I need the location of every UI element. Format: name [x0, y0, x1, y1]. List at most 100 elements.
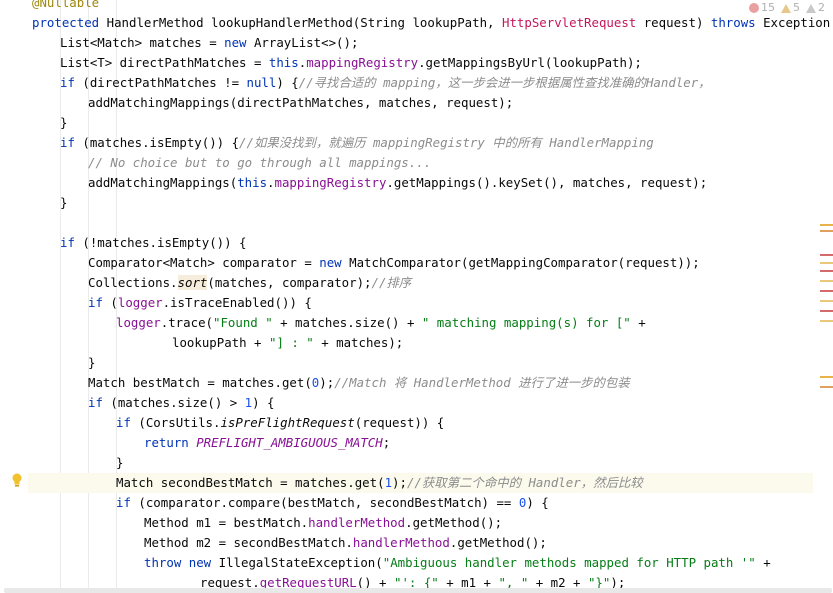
code-token: "] : " [268, 335, 314, 350]
code-token: throw new [144, 555, 219, 570]
inspection-widget[interactable]: 15 5 2 [745, 0, 825, 16]
code-token: if [60, 75, 83, 90]
code-token: + [630, 315, 646, 330]
error-marker[interactable] [820, 290, 833, 292]
warning-marker[interactable] [820, 262, 833, 264]
code-token: Collections. [88, 275, 178, 290]
code-line[interactable]: lookupPath + "] : " + matches); [32, 333, 403, 353]
code-token: .getMappings().keySet(), matches, reques… [386, 175, 708, 190]
code-line[interactable]: if (directPathMatches != null) {//寻找合适的 … [32, 73, 711, 93]
code-token: //获取第二个命中的 Handler，然后比较 [406, 475, 643, 490]
code-token: Match bestMatch = matches.get( [88, 375, 312, 390]
warning-marker[interactable] [820, 224, 833, 226]
code-token: lookupPath + [172, 335, 269, 350]
code-token: (matches.size() > [110, 395, 245, 410]
code-line[interactable]: addMatchingMappings(this.mappingRegistry… [32, 173, 707, 193]
code-line[interactable]: if (comparator.compare(bestMatch, second… [32, 493, 549, 513]
code-line[interactable]: throw new IllegalStateException("Ambiguo… [32, 553, 771, 573]
code-token: (request)) { [354, 415, 445, 430]
code-token: MatchComparator(getMappingComparator(req… [349, 255, 700, 270]
code-line[interactable]: addMatchingMappings(directPathMatches, m… [32, 93, 513, 113]
code-token: if [60, 135, 83, 150]
code-line[interactable]: List<Match> matches = new ArrayList<>(); [32, 33, 358, 53]
code-token: request) [636, 15, 711, 30]
code-editor[interactable]: @Nullable protected HandlerMethod lookupH… [0, 0, 833, 593]
code-line[interactable]: protected HandlerMethod lookupHandlerMet… [32, 13, 833, 33]
code-token: //Match 将 HandlerMethod 进行了进一步的包装 [334, 375, 630, 390]
warning-marker[interactable] [820, 376, 833, 378]
code-token: HandlerMethod [106, 15, 212, 30]
code-token: + [755, 555, 771, 570]
code-line[interactable]: if (!matches.isEmpty()) { [32, 233, 247, 253]
code-token: protected [32, 15, 107, 30]
code-line[interactable]: Comparator<Match> comparator = new Match… [32, 253, 700, 273]
code-line[interactable]: } [32, 353, 95, 373]
code-token: if [88, 395, 111, 410]
code-line[interactable]: Match bestMatch = matches.get(0);//Match… [32, 373, 630, 393]
code-line[interactable]: if (logger.isTraceEnabled()) { [32, 293, 312, 313]
code-line[interactable]: return PREFLIGHT_AMBIGUOUS_MATCH; [32, 433, 390, 453]
code-line[interactable]: } [32, 113, 67, 133]
warning-marker[interactable] [820, 300, 833, 302]
weak-warning-count[interactable]: 2 [806, 0, 825, 16]
code-token: this [237, 175, 268, 190]
code-token: logger [116, 315, 161, 330]
code-line[interactable]: Method m2 = secondBestMatch.handlerMetho… [32, 533, 547, 553]
code-token: Exception { [763, 15, 831, 30]
error-count[interactable]: 15 [749, 0, 775, 16]
warning-marker[interactable] [820, 386, 833, 388]
code-token: 1 [384, 475, 393, 490]
warning-count[interactable]: 5 [781, 0, 800, 16]
code-token: handlerMethod [308, 515, 406, 530]
code-token: ) { [252, 395, 275, 410]
code-line[interactable]: if (matches.isEmpty()) {//如果没找到，就遍历 mapp… [32, 133, 654, 153]
code-token: .getMappingsByUrl(lookupPath); [418, 55, 642, 70]
code-token: PREFLIGHT_AMBIGUOUS_MATCH [196, 435, 383, 450]
code-line[interactable]: // No choice but to go through all mappi… [32, 153, 431, 173]
code-token: this [268, 55, 299, 70]
code-token: addMatchingMappings(directPathMatches, m… [88, 95, 514, 110]
code-token: //如果没找到，就遍历 mappingRegistry 中的所有 Handler… [239, 135, 654, 150]
code-token: ; [382, 435, 391, 450]
code-token: + matches); [313, 335, 404, 350]
warning-marker[interactable] [820, 230, 833, 232]
code-token: return [144, 435, 197, 450]
code-token: ); [319, 375, 335, 390]
code-line[interactable]: List<T> directPathMatches = this.mapping… [32, 53, 642, 73]
code-token: . [267, 175, 275, 190]
code-token: addMatchingMappings( [88, 175, 238, 190]
code-token: handlerMethod [352, 535, 450, 550]
editor-gutter[interactable] [0, 0, 28, 593]
code-token: lookupHandlerMethod(String lookupPath, [211, 15, 502, 30]
code-line[interactable]: Collections.sort(matches, comparator);//… [32, 273, 411, 293]
code-token: @Nullable [32, 0, 100, 10]
error-marker[interactable] [820, 310, 833, 312]
lightbulb-icon[interactable] [11, 473, 23, 487]
code-line[interactable]: Method m1 = bestMatch.handlerMethod.getM… [32, 513, 502, 533]
error-marker[interactable] [820, 270, 833, 272]
code-line[interactable]: if (CorsUtils.isPreFlightRequest(request… [32, 413, 444, 433]
code-token: .getMethod(); [449, 535, 547, 550]
code-line[interactable]: } [32, 193, 67, 213]
warning-marker[interactable] [820, 320, 833, 322]
code-token: List<T> directPathMatches = [60, 55, 269, 70]
code-token: new [319, 255, 350, 270]
code-token: } [60, 195, 68, 210]
code-token: (CorsUtils. [138, 415, 221, 430]
code-token: if [60, 235, 83, 250]
code-token: null [246, 75, 277, 90]
horizontal-scrollbar[interactable] [4, 588, 832, 593]
code-token: (!matches.isEmpty()) { [82, 235, 247, 250]
warning-marker[interactable] [820, 280, 833, 282]
code-token: ArrayList<>(); [253, 35, 359, 50]
code-line[interactable]: @Nullable [32, 0, 99, 13]
warning-icon [781, 3, 791, 13]
code-line[interactable]: } [32, 453, 123, 473]
code-line[interactable]: if (matches.size() > 1) { [32, 393, 275, 413]
code-line[interactable]: Match secondBestMatch = matches.get(1);/… [28, 473, 813, 493]
code-token: throws [710, 15, 764, 30]
code-token: "Ambiguous handler methods mapped for HT… [382, 555, 756, 570]
error-marker[interactable] [820, 254, 833, 256]
code-line[interactable]: logger.trace("Found " + matches.size() +… [32, 313, 646, 333]
code-token: if [88, 295, 111, 310]
